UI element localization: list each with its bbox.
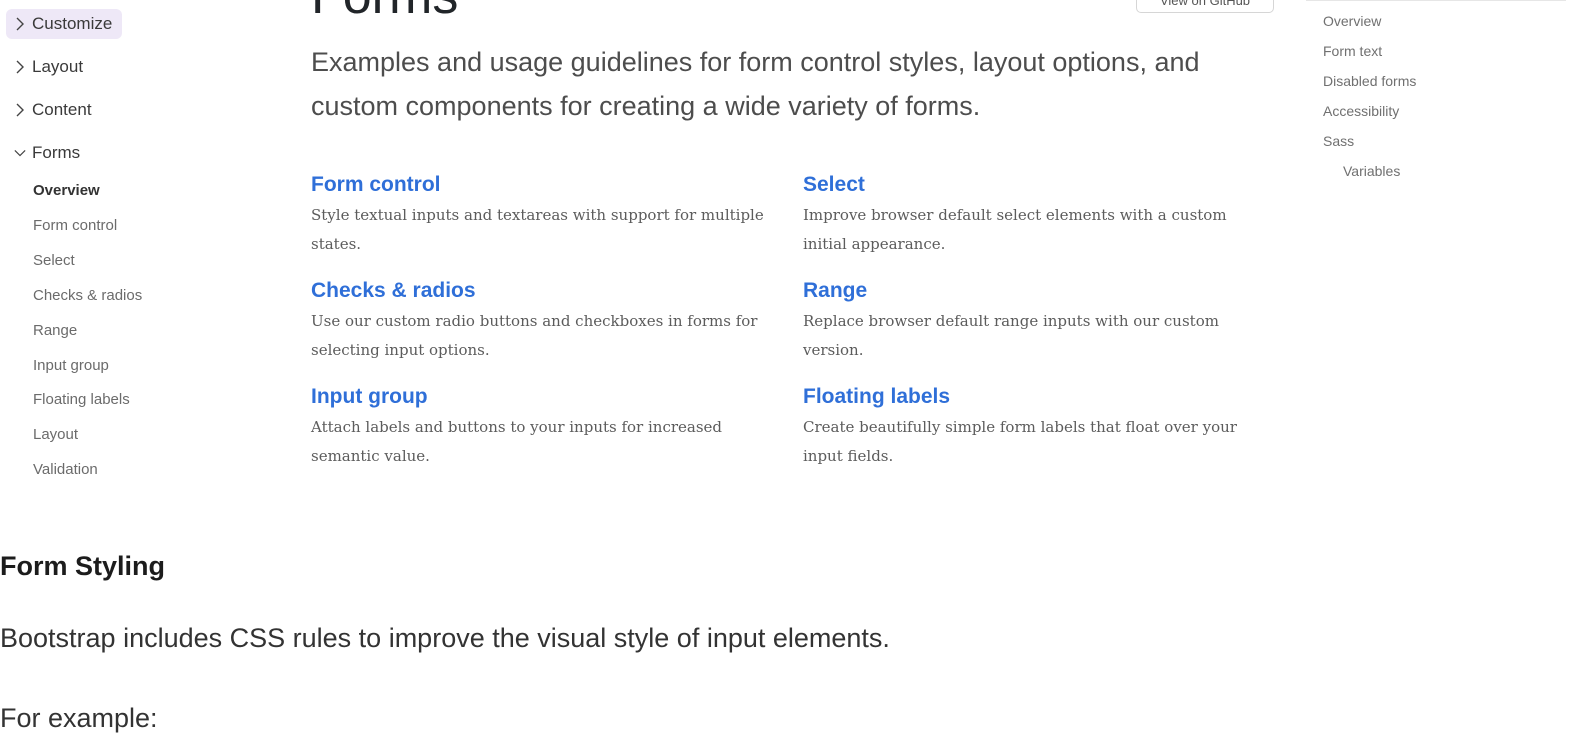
sidebar-item-validation[interactable]: Validation	[33, 461, 98, 478]
chevron-right-icon	[14, 103, 26, 117]
card-title-link[interactable]: Form control	[311, 172, 781, 198]
card-range: Range Replace browser default range inpu…	[803, 278, 1273, 365]
card-select: Select Improve browser default select el…	[803, 172, 1273, 259]
card-description: Improve browser default select elements …	[803, 206, 1227, 253]
card-input-group: Input group Attach labels and buttons to…	[311, 384, 781, 471]
sidebar-group-customize[interactable]: Customize	[6, 9, 123, 39]
page-title: Forms	[311, 0, 458, 22]
card-description: Replace browser default range inputs wit…	[803, 312, 1219, 359]
toc-divider	[1306, 0, 1566, 1]
sidebar-group-content[interactable]: Content	[6, 95, 102, 125]
sidebar-item-select[interactable]: Select	[33, 252, 75, 269]
toc-item-accessibility[interactable]: Accessibility	[1323, 103, 1399, 119]
sidebar-group-label: Customize	[32, 14, 113, 33]
card-title-link[interactable]: Select	[803, 172, 1273, 198]
toc-item-form-text[interactable]: Form text	[1323, 43, 1382, 59]
toc-item-disabled-forms[interactable]: Disabled forms	[1323, 73, 1416, 89]
card-form-control: Form control Style textual inputs and te…	[311, 172, 781, 259]
toc-item-sass[interactable]: Sass	[1323, 133, 1354, 149]
card-floating-labels: Floating labels Create beautifully simpl…	[803, 384, 1273, 471]
card-title-link[interactable]: Floating labels	[803, 384, 1273, 410]
card-title-link[interactable]: Checks & radios	[311, 278, 781, 304]
sidebar-item-range[interactable]: Range	[33, 322, 77, 339]
chevron-down-icon	[14, 146, 26, 160]
card-description: Use our custom radio buttons and checkbo…	[311, 312, 758, 359]
sidebar-group-label: Forms	[32, 143, 81, 162]
card-description: Create beautifully simple form labels th…	[803, 418, 1237, 465]
sidebar-item-overview[interactable]: Overview	[33, 182, 100, 199]
sidebar-group-layout[interactable]: Layout	[6, 52, 93, 82]
section-heading: Form Styling	[0, 551, 166, 581]
card-checks-radios: Checks & radios Use our custom radio but…	[311, 278, 781, 365]
sidebar-group-label: Content	[32, 100, 92, 119]
page-lead: Examples and usage guidelines for form c…	[311, 47, 1200, 121]
sidebar-group-forms[interactable]: Forms	[6, 138, 90, 168]
toc-item-variables[interactable]: Variables	[1343, 163, 1400, 179]
sidebar-item-floating-labels[interactable]: Floating labels	[33, 391, 130, 408]
sidebar-item-layout[interactable]: Layout	[33, 426, 78, 443]
article-paragraph: Bootstrap includes CSS rules to improve …	[0, 623, 890, 653]
sidebar-item-checks-radios[interactable]: Checks & radios	[33, 287, 142, 304]
sidebar-item-form-control[interactable]: Form control	[33, 217, 117, 234]
chevron-right-icon	[14, 17, 26, 31]
card-description: Attach labels and buttons to your inputs…	[311, 418, 723, 465]
chevron-right-icon	[14, 60, 26, 74]
card-description: Style textual inputs and textareas with …	[311, 206, 764, 253]
card-title-link[interactable]: Range	[803, 278, 1273, 304]
view-on-github-button[interactable]: View on GitHub	[1136, 0, 1274, 13]
toc-item-overview[interactable]: Overview	[1323, 13, 1381, 29]
sidebar-item-input-group[interactable]: Input group	[33, 357, 109, 374]
card-title-link[interactable]: Input group	[311, 384, 781, 410]
article-paragraph: For example:	[0, 703, 158, 733]
sidebar-group-label: Layout	[32, 57, 84, 76]
